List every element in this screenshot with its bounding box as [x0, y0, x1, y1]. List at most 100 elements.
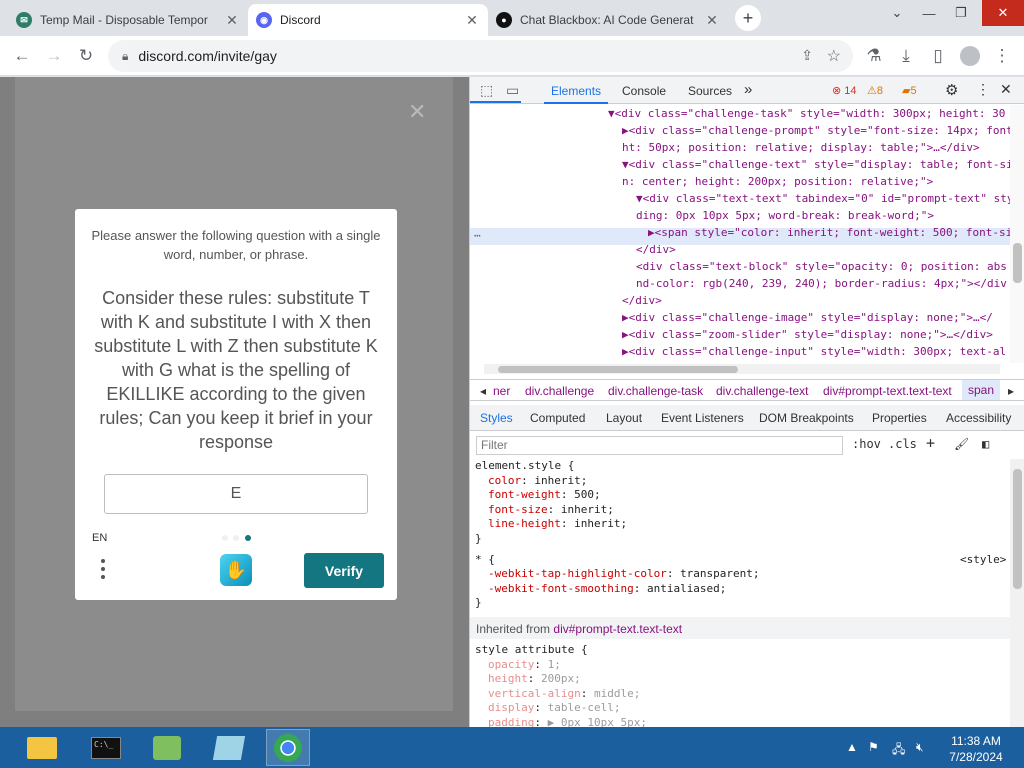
css-property[interactable]: line-height	[488, 517, 561, 530]
dom-node-line[interactable]: ht: 50px; position: relative; display: t…	[622, 139, 980, 156]
tab-discord[interactable]: ◉ Discord ✕	[248, 4, 488, 36]
css-value[interactable]: 200px;	[541, 672, 581, 685]
styles-scrollbar[interactable]	[1010, 459, 1024, 727]
css-declaration[interactable]: -webkit-font-smoothing: antialiased;	[488, 582, 726, 597]
close-icon[interactable]: ✕	[408, 99, 426, 125]
restore-button[interactable]: ❐	[944, 0, 978, 26]
reload-button[interactable]: ↻	[72, 42, 100, 70]
css-declaration[interactable]: opacity: 1;	[488, 658, 561, 673]
tab-layout[interactable]: Layout	[606, 411, 642, 425]
answer-input[interactable]: E	[104, 474, 368, 514]
breadcrumb-item[interactable]: div.challenge-task	[608, 384, 703, 398]
new-tab-button[interactable]: +	[735, 5, 761, 31]
system-clock[interactable]: 11:38 AM 7/28/2024	[936, 733, 1016, 765]
breadcrumb-next-icon[interactable]: ▸	[1008, 384, 1014, 398]
app-window-icon[interactable]	[207, 729, 251, 766]
breadcrumb-prev-icon[interactable]: ◂	[480, 384, 486, 398]
css-brace[interactable]: }	[475, 532, 482, 547]
css-value[interactable]: inherit;	[534, 474, 587, 487]
share-icon[interactable]: ⇪	[801, 47, 813, 64]
breadcrumb-item-active[interactable]: span	[962, 380, 1001, 400]
minimize-button[interactable]: —	[912, 0, 946, 26]
css-selector[interactable]: element.style {	[475, 459, 574, 474]
dom-node-line[interactable]: ▶<div class="zoom-slider" style="display…	[622, 326, 993, 343]
css-declaration[interactable]: font-weight: 500;	[488, 488, 601, 503]
css-brace[interactable]: }	[475, 596, 482, 611]
dom-node-line[interactable]: ▶<div class="challenge-prompt" style="fo…	[622, 122, 1013, 139]
css-value[interactable]: 1;	[548, 658, 561, 671]
dom-node-line[interactable]: ▶<div class="challenge-input" style="wid…	[622, 343, 1006, 360]
paint-icon[interactable]: 🖌︎	[954, 437, 969, 451]
verify-button[interactable]: Verify	[304, 553, 384, 588]
breadcrumb-item[interactable]: div.challenge-text	[716, 384, 809, 398]
error-count[interactable]: ⊗ 14	[832, 84, 857, 97]
warning-count[interactable]: ⚠8	[867, 84, 883, 97]
device-toolbar-icon[interactable]: ▭	[506, 82, 519, 99]
dom-node-line[interactable]: </div>	[636, 241, 676, 258]
css-declaration[interactable]: font-size: inherit;	[488, 503, 614, 518]
node-menu-icon[interactable]: ⋯	[474, 227, 481, 244]
tab-elements[interactable]: Elements	[551, 84, 601, 98]
volume-muted-icon[interactable]: 🔇︎	[916, 740, 924, 755]
bookmark-star-icon[interactable]: ☆	[827, 46, 841, 66]
devtools-menu-icon[interactable]: ⋮	[976, 81, 990, 98]
tab-event-listeners[interactable]: Event Listeners	[661, 411, 744, 425]
css-value[interactable]: inherit;	[574, 517, 627, 530]
css-property[interactable]: -webkit-tap-highlight-color	[488, 567, 667, 580]
tab-accessibility[interactable]: Accessibility	[946, 411, 1011, 425]
css-property[interactable]: height	[488, 672, 528, 685]
dom-scrollbar[interactable]	[1010, 105, 1024, 363]
inherited-from-link[interactable]: div#prompt-text.text-text	[553, 622, 682, 636]
dom-node-line[interactable]: ▼<div class="text-text" tabindex="0" id=…	[636, 190, 1014, 207]
sidebar-toggle-icon[interactable]: ◧	[982, 437, 989, 451]
class-toggle[interactable]: .cls	[888, 437, 917, 451]
css-property[interactable]: font-weight	[488, 488, 561, 501]
download-icon[interactable]: ⤓	[892, 42, 920, 70]
show-hidden-icons[interactable]: ▲	[846, 740, 858, 754]
tab-blackbox[interactable]: ● Chat Blackbox: AI Code Generat ✕	[488, 4, 728, 36]
tab-temp-mail[interactable]: ✉ Temp Mail - Disposable Tempor ✕	[8, 4, 248, 36]
css-value[interactable]: inherit;	[561, 503, 614, 516]
extension-icon[interactable]: ⚗	[860, 42, 888, 70]
tab-search-icon[interactable]: ⌄	[880, 0, 914, 26]
breadcrumb-item[interactable]: ner	[493, 384, 510, 398]
devtools-close-icon[interactable]: ✕	[1000, 81, 1012, 98]
file-explorer-icon[interactable]	[20, 729, 64, 766]
css-value[interactable]: table-cell;	[548, 701, 621, 714]
dom-node-line[interactable]: <div class="text-block" style="opacity: …	[636, 258, 1007, 275]
more-tabs-icon[interactable]: »	[744, 81, 752, 98]
dom-node-line[interactable]: ▶<span style="color: inherit; font-weigh…	[648, 224, 1012, 241]
network-icon[interactable]: 🖧︎	[892, 740, 905, 761]
css-property[interactable]: -webkit-font-smoothing	[488, 582, 634, 595]
settings-gear-icon[interactable]: ⚙	[945, 81, 958, 99]
css-value[interactable]: antialiased;	[647, 582, 726, 595]
hover-state-toggle[interactable]: :hov	[852, 437, 881, 451]
address-bar[interactable]: 🔒︎ discord.com/invite/gay ⇪ ☆	[108, 40, 853, 72]
css-property[interactable]: vertical-align	[488, 687, 581, 700]
tab-sources[interactable]: Sources	[688, 84, 732, 98]
css-property[interactable]: opacity	[488, 658, 534, 671]
close-tab-icon[interactable]: ✕	[704, 12, 720, 29]
css-value[interactable]: middle;	[594, 687, 640, 700]
dom-node-line[interactable]: ▼<div class="challenge-text" style="disp…	[622, 156, 1013, 173]
css-property[interactable]: display	[488, 701, 534, 714]
tab-dom-breakpoints[interactable]: DOM Breakpoints	[759, 411, 854, 425]
dom-horizontal-scrollbar[interactable]	[484, 364, 1000, 374]
dom-node-line[interactable]: ▶<div class="challenge-image" style="dis…	[622, 309, 993, 326]
breadcrumb-item[interactable]: div#prompt-text.text-text	[823, 384, 952, 398]
breadcrumb-item[interactable]: div.challenge	[525, 384, 594, 398]
dom-node-line[interactable]: </div>	[622, 292, 662, 309]
styles-filter-input[interactable]: Filter	[476, 436, 843, 455]
tab-properties[interactable]: Properties	[872, 411, 927, 425]
css-declaration[interactable]: vertical-align: middle;	[488, 687, 640, 702]
css-declaration[interactable]: line-height: inherit;	[488, 517, 627, 532]
tab-console[interactable]: Console	[622, 84, 666, 98]
chrome-browser-icon[interactable]	[266, 729, 310, 766]
menu-kebab-icon[interactable]: ⋮	[988, 42, 1016, 70]
css-declaration[interactable]: display: table-cell;	[488, 701, 620, 716]
dom-node-line[interactable]: nd-color: rgb(240, 239, 240); border-rad…	[636, 275, 1007, 292]
captcha-menu-icon[interactable]	[99, 556, 107, 582]
flag-icon[interactable]: ⚑	[868, 740, 879, 754]
close-tab-icon[interactable]: ✕	[464, 12, 480, 29]
stylesheet-source-link[interactable]: <style>	[960, 553, 1006, 568]
